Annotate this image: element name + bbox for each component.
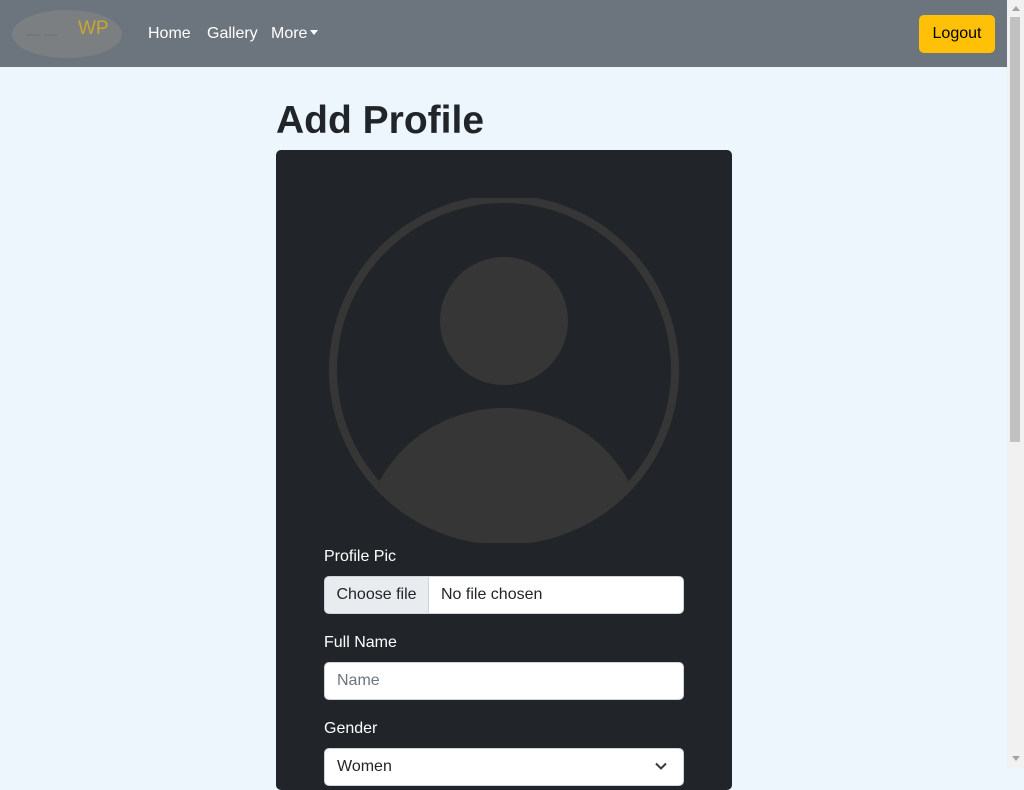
scroll-down-arrow-icon[interactable] (1012, 756, 1020, 761)
user-avatar-placeholder-icon (329, 198, 679, 543)
choose-file-button[interactable]: Choose file (325, 577, 429, 613)
brand-logo[interactable]: WP (12, 8, 123, 59)
file-status-text: No file chosen (441, 586, 543, 603)
caret-down-icon (310, 30, 319, 35)
gender-selected-value: Women (337, 758, 392, 775)
scrollbar-thumb[interactable] (1010, 17, 1020, 442)
profile-pic-label: Profile Pic (324, 548, 397, 565)
nav-gallery-link[interactable]: Gallery (207, 24, 258, 44)
nav-more-dropdown[interactable]: More (271, 24, 319, 44)
profile-pic-file-input[interactable]: Choose file No file chosen (324, 576, 684, 614)
chevron-down-icon (655, 762, 667, 770)
scroll-up-arrow-icon[interactable] (1012, 6, 1020, 11)
gender-select[interactable]: Women (324, 748, 684, 786)
nav-home-link[interactable]: Home (148, 24, 191, 44)
vertical-scrollbar[interactable] (1007, 0, 1024, 768)
brand-text: WP (78, 18, 109, 39)
logout-button[interactable]: Logout (919, 15, 995, 53)
gender-label: Gender (324, 720, 378, 737)
navbar: WP Home Gallery More Logout (0, 0, 1007, 67)
full-name-input[interactable] (324, 662, 684, 700)
profile-form-card: Profile Pic Choose file No file chosen F… (276, 150, 732, 790)
page-title: Add Profile (276, 99, 485, 142)
full-name-label: Full Name (324, 634, 397, 651)
nav-more-label: More (271, 25, 308, 42)
